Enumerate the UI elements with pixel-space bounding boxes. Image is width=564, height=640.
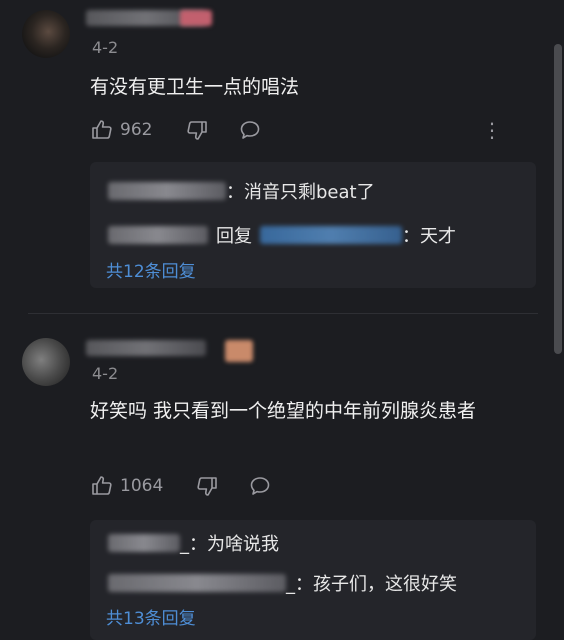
scrollbar[interactable] (554, 44, 562, 354)
reply-to-label: 回复 (216, 226, 252, 247)
reply-text: _：孩子们，这很好笑 (286, 574, 457, 595)
reply-item[interactable]: _：孩子们，这很好笑 (108, 570, 457, 596)
reply-text: _：为啥说我 (180, 534, 279, 555)
reply-item[interactable]: _：为啥说我 (108, 530, 279, 556)
comment-icon (240, 121, 260, 139)
dislike-button[interactable] (185, 118, 209, 142)
reply-username-redacted (108, 226, 208, 244)
reply-panel: ：消音只剩beat了 回复 ：天才 共12条回复 (90, 162, 536, 288)
reply-button[interactable] (248, 474, 272, 498)
comment-actions: 1064 (90, 474, 540, 502)
avatar[interactable] (22, 338, 70, 386)
user-badge (180, 10, 212, 26)
thumbs-down-icon (197, 477, 217, 496)
like-count: 962 (120, 120, 153, 140)
avatar[interactable] (22, 10, 70, 58)
reply-target-redacted (260, 226, 402, 244)
like-count: 1064 (120, 476, 164, 496)
dislike-button[interactable] (195, 474, 219, 498)
thumbs-down-icon (187, 121, 207, 140)
view-more-replies-link[interactable]: 共12条回复 (106, 257, 196, 282)
divider (28, 313, 538, 314)
comment-actions: 962 ⋮ (90, 118, 540, 146)
comment-date: 4-2 (92, 38, 119, 57)
reply-username-redacted (108, 534, 180, 552)
reply-text: ：天才 (402, 226, 456, 247)
like-button[interactable]: 1064 (90, 474, 163, 498)
reply-button[interactable] (238, 118, 262, 142)
reply-username-redacted (108, 182, 226, 200)
reply-panel: _：为啥说我 _：孩子们，这很好笑 共13条回复 (90, 520, 536, 640)
user-badge (225, 340, 253, 362)
reply-item[interactable]: ：消音只剩beat了 (108, 178, 375, 204)
reply-username-redacted (108, 574, 286, 592)
comment-icon (250, 477, 270, 495)
thumbs-up-icon (92, 120, 112, 139)
comment-text: 好笑吗 我只看到一个绝望的中年前列腺炎患者 (90, 400, 477, 422)
thumbs-up-icon (92, 476, 112, 495)
username-redacted[interactable] (86, 340, 206, 356)
reply-item[interactable]: 回复 ：天才 (108, 222, 456, 248)
more-vertical-icon[interactable]: ⋮ (482, 118, 502, 142)
comment-date: 4-2 (92, 364, 119, 383)
comment-text: 有没有更卫生一点的唱法 (90, 76, 300, 98)
reply-text: ：消音只剩beat了 (226, 182, 375, 203)
view-more-replies-link[interactable]: 共13条回复 (106, 604, 196, 629)
like-button[interactable]: 962 (90, 118, 152, 142)
